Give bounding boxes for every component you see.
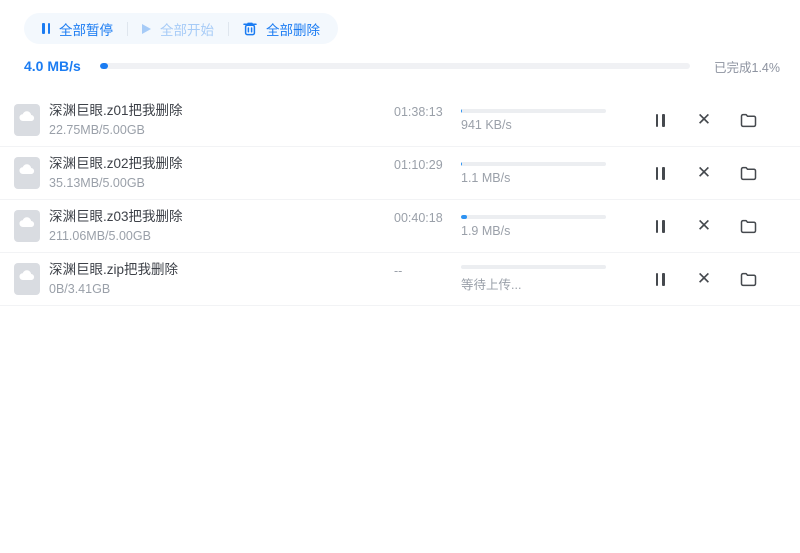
pause-icon — [655, 166, 665, 180]
cancel-task-button[interactable]: ✕ — [694, 110, 714, 130]
row-actions: ✕ — [650, 110, 758, 130]
close-icon: ✕ — [696, 215, 712, 236]
row-progress: 1.1 MB/s — [461, 161, 606, 185]
folder-icon — [740, 166, 757, 181]
toolbar-divider — [228, 21, 229, 36]
cloud-file-icon — [14, 104, 40, 136]
delete-all-label: 全部删除 — [266, 22, 320, 38]
row-progress-fill — [461, 214, 467, 219]
pause-icon — [655, 272, 665, 286]
folder-icon — [740, 272, 757, 287]
cancel-task-button[interactable]: ✕ — [694, 269, 714, 289]
file-size: 22.75MB/5.00GB — [49, 122, 145, 137]
row-progress-track — [461, 265, 606, 269]
cloud-file-icon — [14, 157, 40, 189]
toolbar-divider — [127, 21, 128, 36]
row-actions: ✕ — [650, 216, 758, 236]
row-progress-track — [461, 108, 606, 113]
file-size: 211.06MB/5.00GB — [49, 228, 151, 243]
transfer-list: 深渊巨眼.z01把我删除 22.75MB/5.00GB 01:38:13 941… — [0, 94, 800, 306]
close-icon: ✕ — [696, 268, 712, 289]
pause-task-button[interactable] — [650, 163, 670, 183]
row-progress-fill — [461, 161, 462, 166]
file-name: 深渊巨眼.zip把我删除 — [49, 261, 179, 277]
folder-icon — [740, 113, 757, 128]
pause-all-label: 全部暂停 — [59, 22, 113, 38]
overall-progress-track — [100, 63, 690, 69]
row-progress-track — [461, 161, 606, 166]
transfer-status: 等待上传... — [461, 278, 522, 292]
file-size: 0B/3.41GB — [49, 281, 111, 296]
open-folder-button[interactable] — [738, 110, 758, 130]
open-folder-button[interactable] — [738, 269, 758, 289]
transfer-speed: 1.9 MB/s — [461, 223, 511, 238]
open-folder-button[interactable] — [738, 163, 758, 183]
row-progress: 941 KB/s — [461, 108, 606, 132]
cancel-task-button[interactable]: ✕ — [694, 216, 714, 236]
pause-task-button[interactable] — [650, 216, 670, 236]
pause-icon — [42, 23, 50, 34]
transfer-row[interactable]: 深渊巨眼.z03把我删除 211.06MB/5.00GB 00:40:18 1.… — [0, 200, 800, 253]
folder-icon — [740, 219, 757, 234]
transfer-row[interactable]: 深渊巨眼.zip把我删除 0B/3.41GB -- 等待上传... ✕ — [0, 253, 800, 306]
close-icon: ✕ — [696, 109, 712, 130]
overall-progress-bar-row: 4.0 MB/s 已完成1.4% — [24, 44, 780, 88]
time-remaining: 01:38:13 — [394, 105, 443, 119]
overall-completed-label: 已完成1.4% — [714, 60, 780, 75]
overall-progress-fill — [100, 63, 109, 69]
delete-all-button[interactable]: 全部删除 — [243, 19, 320, 39]
file-meta: 深渊巨眼.z03把我删除 211.06MB/5.00GB — [49, 208, 394, 245]
row-progress-fill — [461, 108, 462, 113]
time-remaining: -- — [394, 264, 403, 278]
cancel-task-button[interactable]: ✕ — [694, 163, 714, 183]
file-meta: 深渊巨眼.zip把我删除 0B/3.41GB — [49, 261, 394, 298]
file-name: 深渊巨眼.z02把我删除 — [49, 155, 183, 171]
transfer-row[interactable]: 深渊巨眼.z02把我删除 35.13MB/5.00GB 01:10:29 1.1… — [0, 147, 800, 200]
cloud-file-icon — [14, 263, 40, 295]
time-remaining: 01:10:29 — [394, 158, 443, 172]
pause-task-button[interactable] — [650, 110, 670, 130]
row-progress: 等待上传... — [461, 265, 606, 293]
file-meta: 深渊巨眼.z02把我删除 35.13MB/5.00GB — [49, 155, 394, 192]
open-folder-button[interactable] — [738, 216, 758, 236]
time-remaining: 00:40:18 — [394, 211, 443, 225]
transfer-speed: 1.1 MB/s — [461, 170, 511, 185]
pause-icon — [655, 113, 665, 127]
file-name: 深渊巨眼.z01把我删除 — [49, 102, 183, 118]
start-all-button[interactable]: 全部开始 — [142, 19, 214, 39]
pause-icon — [655, 219, 665, 233]
pause-task-button[interactable] — [650, 269, 670, 289]
file-size: 35.13MB/5.00GB — [49, 175, 145, 190]
file-meta: 深渊巨眼.z01把我删除 22.75MB/5.00GB — [49, 102, 394, 139]
play-icon — [142, 23, 151, 34]
close-icon: ✕ — [696, 162, 712, 183]
file-name: 深渊巨眼.z03把我删除 — [49, 208, 183, 224]
start-all-label: 全部开始 — [160, 22, 214, 38]
pause-all-button[interactable]: 全部暂停 — [42, 19, 113, 39]
cloud-file-icon — [14, 210, 40, 242]
row-progress: 1.9 MB/s — [461, 214, 606, 238]
row-actions: ✕ — [650, 269, 758, 289]
transfer-row[interactable]: 深渊巨眼.z01把我删除 22.75MB/5.00GB 01:38:13 941… — [0, 94, 800, 147]
row-actions: ✕ — [650, 163, 758, 183]
transfer-toolbar: 全部暂停 全部开始 全部删除 — [24, 13, 338, 44]
overall-speed: 4.0 MB/s — [24, 58, 81, 74]
transfer-speed: 941 KB/s — [461, 117, 512, 132]
trash-icon — [243, 21, 257, 36]
row-progress-track — [461, 214, 606, 219]
